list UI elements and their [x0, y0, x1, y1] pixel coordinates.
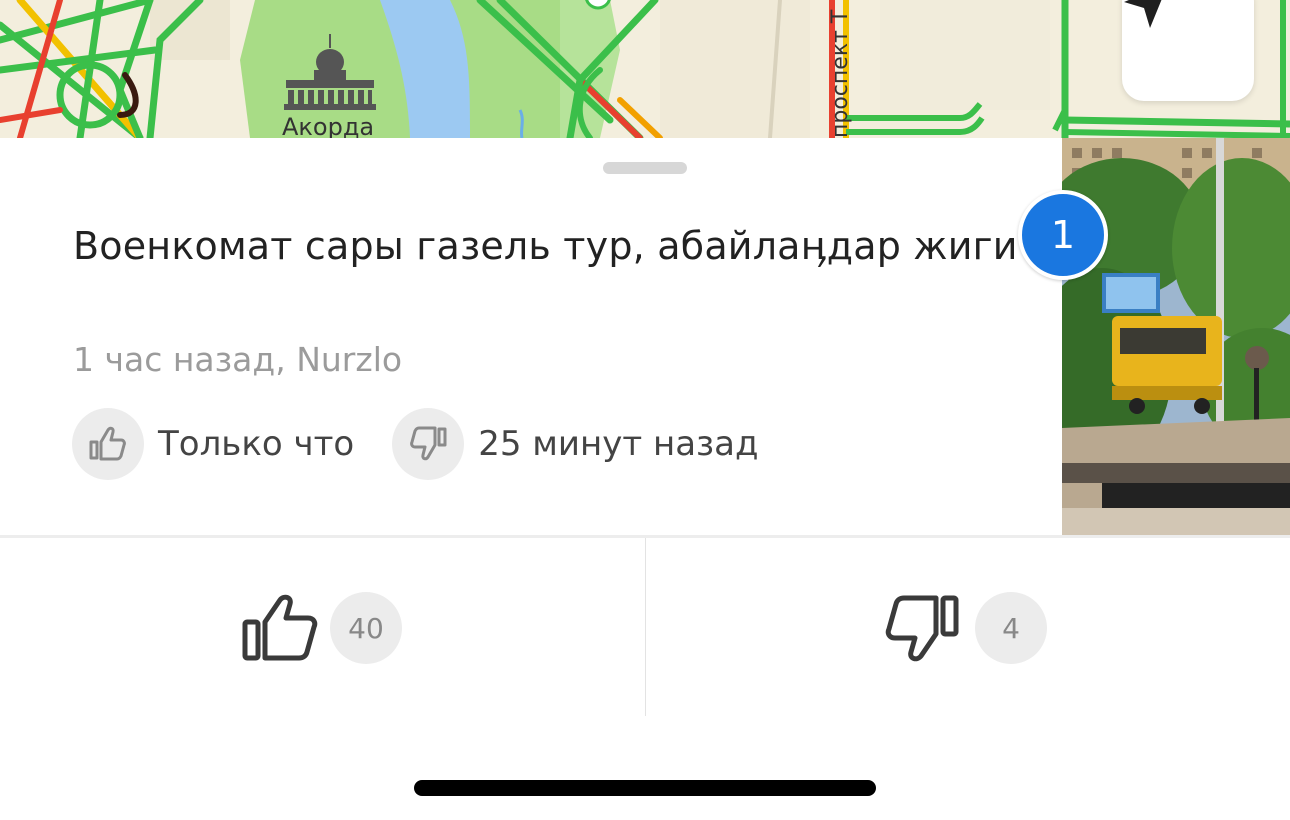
recent-dislike-time: 25 минут назад: [478, 424, 759, 464]
government-building-icon: [284, 34, 376, 110]
thumbs-down-icon: [410, 426, 447, 461]
recent-like-time: Только что: [158, 424, 355, 464]
map-street-label: проспект Т: [828, 9, 853, 138]
event-title: Военкомат сары газель тур, абайлаӊдар жи…: [73, 224, 1018, 268]
thumbs-up-icon: [242, 594, 318, 661]
home-indicator[interactable]: [414, 780, 876, 796]
map-place-label: Акорда: [282, 113, 375, 138]
event-meta: 1 час назад, Nurzlo: [73, 340, 403, 379]
dislike-button[interactable]: 4: [885, 588, 1047, 668]
locate-button[interactable]: [1122, 0, 1254, 101]
recent-dislike-indicator: [392, 408, 465, 480]
vote-divider: [645, 538, 646, 716]
event-photo[interactable]: [1062, 138, 1290, 536]
thumbs-down-icon: [885, 595, 959, 662]
drag-handle[interactable]: [603, 162, 687, 174]
like-count: 40: [330, 592, 402, 664]
recent-votes: Только что 25 минут назад: [72, 408, 796, 480]
thumbs-up-icon: [89, 426, 126, 461]
navigation-arrow-icon: [1124, 0, 1162, 28]
dislike-count: 4: [975, 592, 1047, 664]
event-card: Военкомат сары газель тур, абайлаӊдар жи…: [0, 138, 1062, 536]
map-view[interactable]: Акорда проспект Т: [0, 0, 1290, 138]
like-button[interactable]: 40: [240, 588, 402, 668]
recent-like-indicator: [72, 408, 144, 480]
photo-count-badge[interactable]: 1: [1018, 190, 1108, 280]
